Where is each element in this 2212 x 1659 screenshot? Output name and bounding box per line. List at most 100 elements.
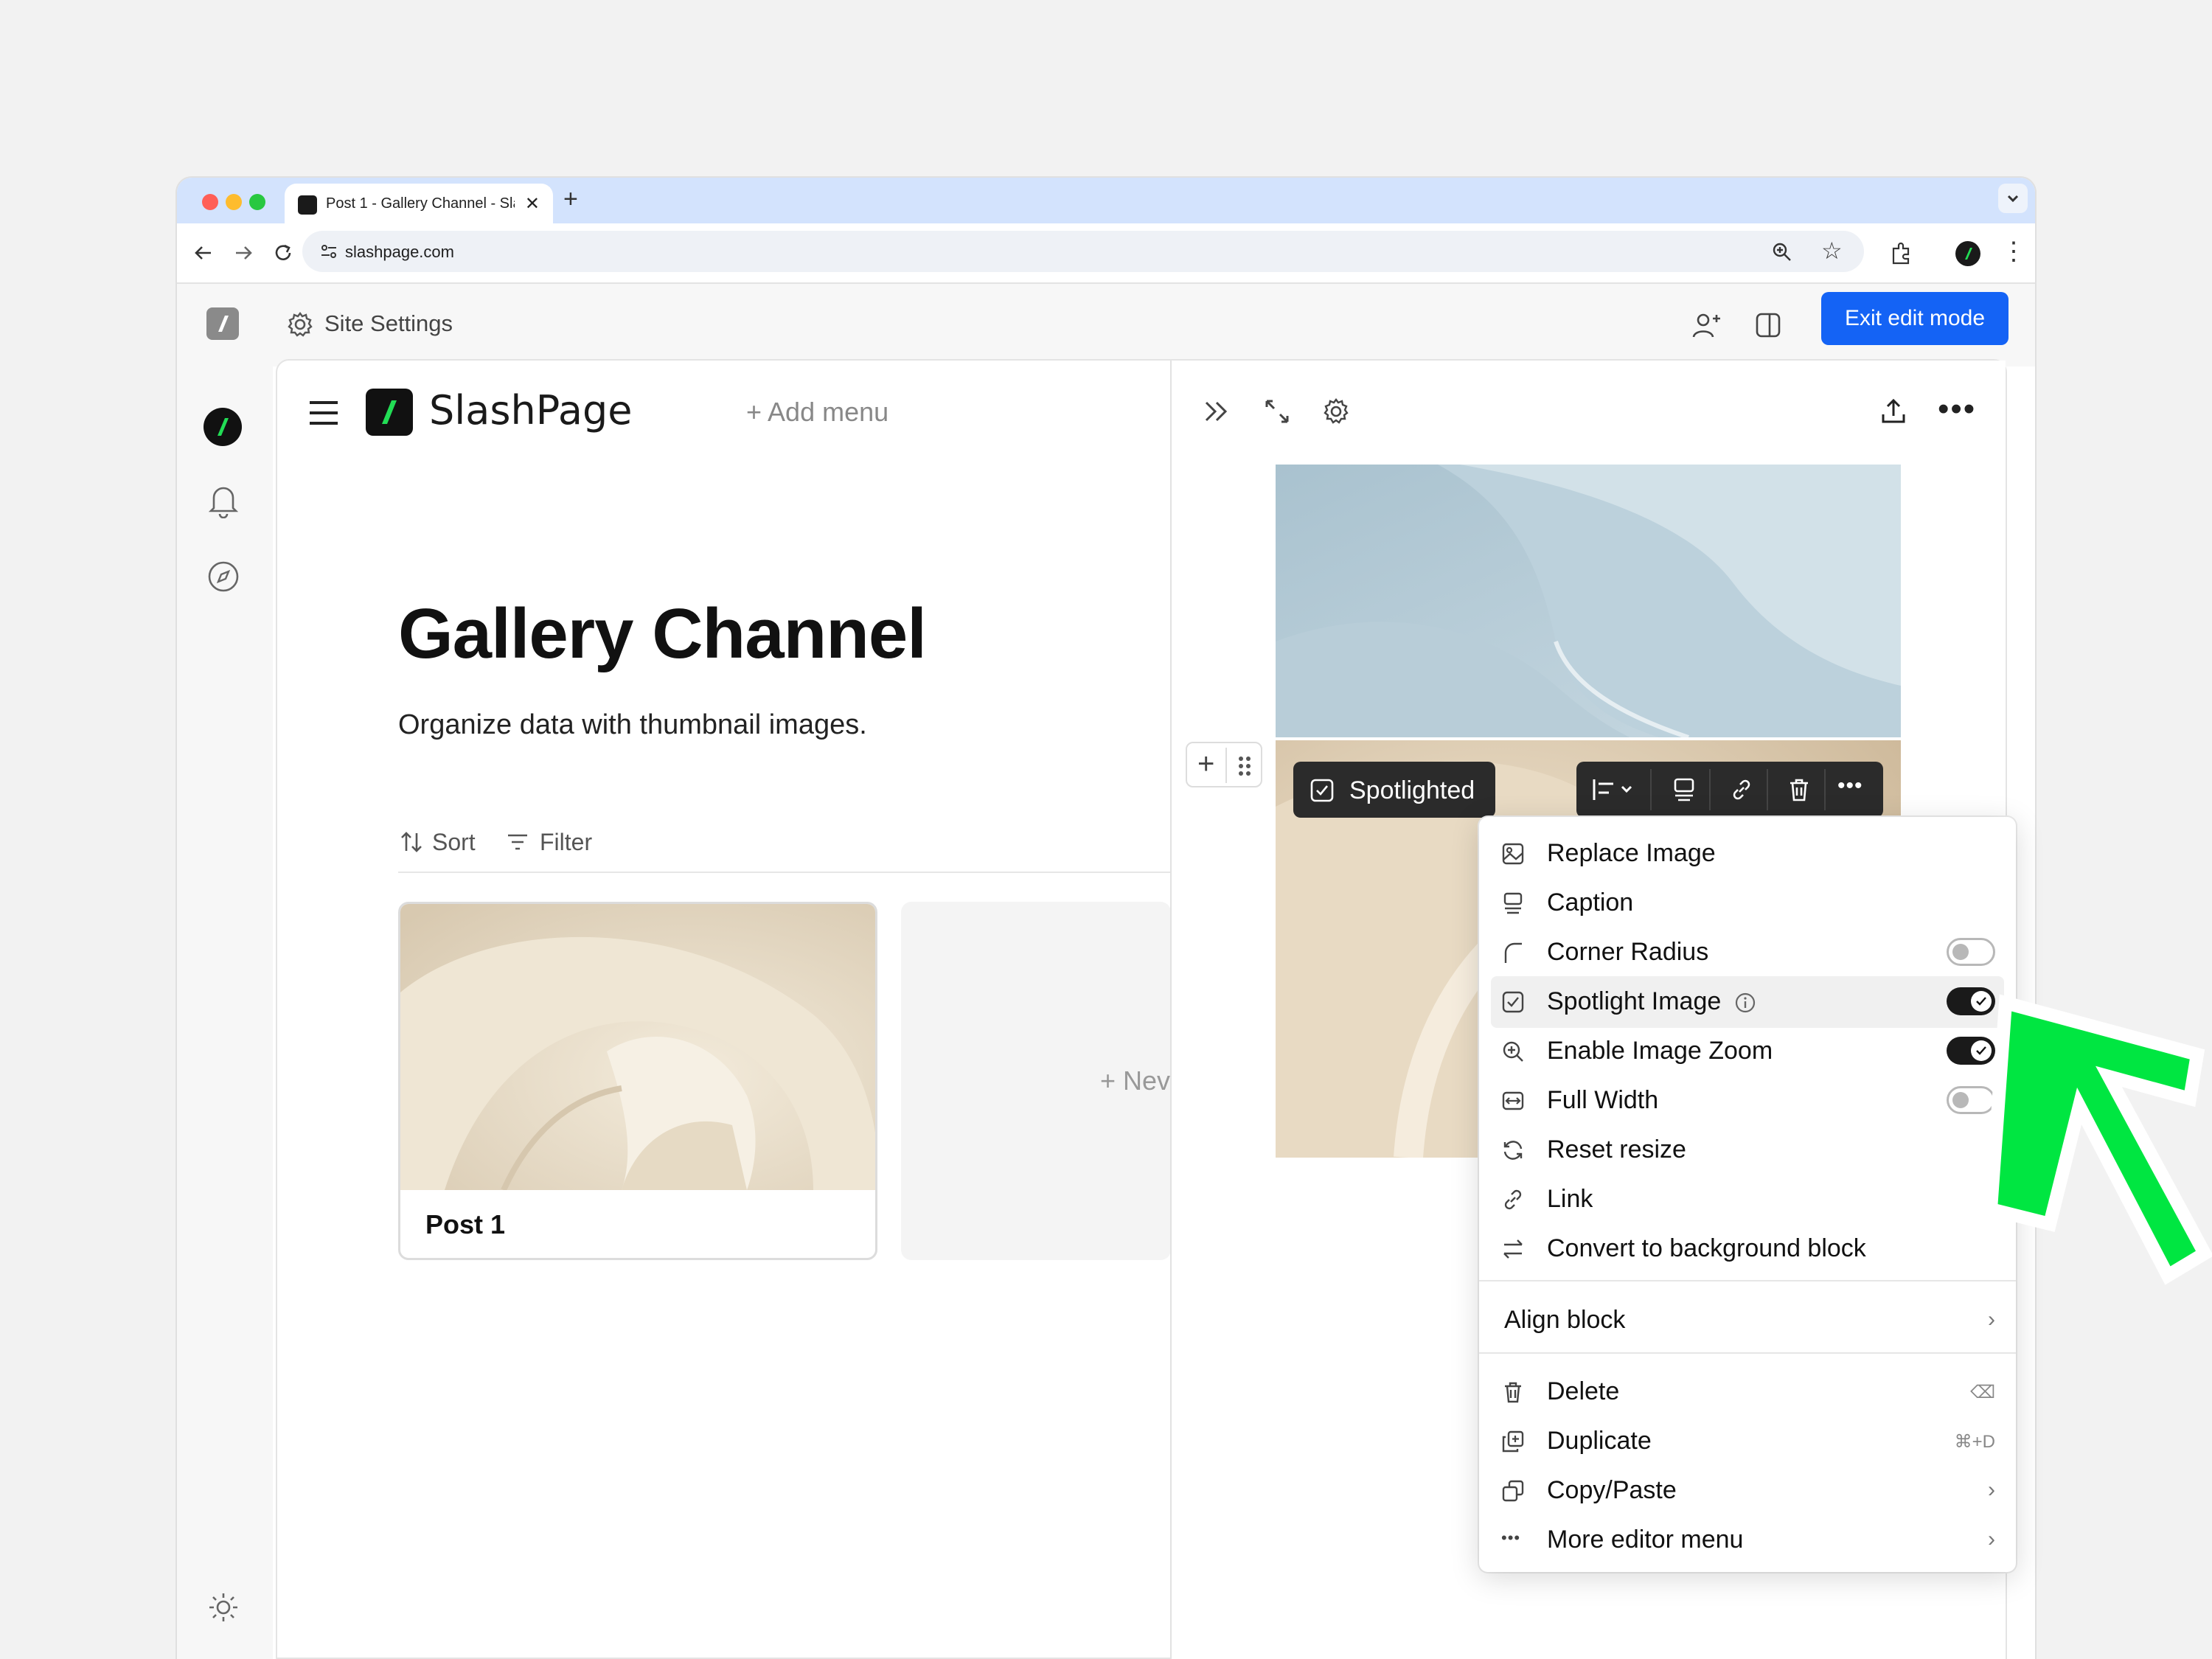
new-card-placeholder[interactable]: + Nev bbox=[901, 902, 1171, 1260]
card-thumbnail-image bbox=[400, 904, 875, 1190]
exit-edit-mode-button[interactable]: Exit edit mode bbox=[1821, 292, 2008, 345]
menu-item-label: Link bbox=[1547, 1185, 1593, 1213]
site-avatar[interactable] bbox=[204, 408, 242, 446]
chevron-right-icon: › bbox=[1988, 1478, 1995, 1502]
new-tab-button[interactable]: + bbox=[563, 185, 578, 214]
slashpage-favicon-icon bbox=[298, 195, 317, 215]
menu-item-enable-image-zoom[interactable]: Enable Image Zoom bbox=[1479, 1026, 2016, 1074]
menu-item-caption[interactable]: Caption bbox=[1479, 878, 2016, 925]
menu-item-label: Align block bbox=[1504, 1306, 1626, 1334]
settings-gear-icon[interactable] bbox=[286, 310, 314, 338]
app-top-bar: Site Settings bbox=[177, 284, 2035, 366]
menu-item-label: Full Width bbox=[1547, 1086, 1659, 1114]
back-arrow-icon[interactable] bbox=[192, 241, 215, 265]
chevron-right-icon: › bbox=[1988, 1527, 1995, 1551]
minimize-window-dot[interactable] bbox=[226, 194, 242, 210]
bell-icon[interactable] bbox=[208, 483, 239, 518]
add-block-icon[interactable]: + bbox=[1197, 748, 1214, 781]
site-settings-label[interactable]: Site Settings bbox=[324, 310, 453, 337]
new-card-label[interactable]: + Nev bbox=[1100, 1065, 1170, 1096]
image-icon bbox=[1502, 843, 1524, 865]
info-icon[interactable] bbox=[1734, 992, 1756, 1014]
slash-logo-icon bbox=[382, 400, 397, 424]
workspace-logo[interactable] bbox=[206, 307, 239, 340]
gallery-card[interactable]: Post 1 bbox=[398, 902, 877, 1260]
zoom-window-dot[interactable] bbox=[249, 194, 265, 210]
block-context-menu: Replace Image Caption Corner Radius Spot… bbox=[1479, 817, 2016, 1572]
post-image-blue[interactable] bbox=[1276, 465, 1901, 737]
corner-icon bbox=[1504, 942, 1522, 963]
menu-item-label: Corner Radius bbox=[1547, 938, 1709, 966]
close-window-dot[interactable] bbox=[202, 194, 218, 210]
sort-icon[interactable] bbox=[400, 830, 423, 854]
reload-icon[interactable] bbox=[271, 241, 295, 265]
site-info-icon[interactable] bbox=[319, 241, 339, 262]
sun-theme-icon[interactable] bbox=[206, 1590, 240, 1624]
menu-item-align-block[interactable]: Align block › bbox=[1479, 1295, 2016, 1343]
menu-item-label: Duplicate bbox=[1547, 1427, 1652, 1455]
toolbar-sep bbox=[1767, 769, 1768, 810]
menu-item-delete[interactable]: Delete ⌫ bbox=[1479, 1367, 2016, 1414]
menu-item-full-width[interactable]: Full Width bbox=[1479, 1076, 2016, 1123]
tab-search-button[interactable] bbox=[1998, 184, 2028, 213]
menu-item-corner-radius[interactable]: Corner Radius bbox=[1479, 928, 2016, 975]
browser-menu-icon[interactable]: ⋮ bbox=[2001, 237, 2026, 266]
add-menu-button[interactable]: + Add menu bbox=[746, 397, 888, 428]
menu-item-copy-paste[interactable]: Copy/Paste › bbox=[1479, 1466, 2016, 1513]
menu-item-reset-resize[interactable]: Reset resize bbox=[1479, 1125, 2016, 1172]
menu-item-label: Spotlight Image bbox=[1547, 987, 1722, 1015]
menu-item-label: Caption bbox=[1547, 888, 1634, 917]
toolbar-divider bbox=[398, 872, 1171, 873]
trash-icon[interactable] bbox=[1786, 776, 1812, 803]
menu-divider bbox=[1479, 1280, 2016, 1281]
slashpage-logo[interactable] bbox=[366, 389, 413, 436]
block-handle[interactable]: + bbox=[1186, 742, 1262, 787]
omnibox[interactable]: slashpage.com ☆ bbox=[302, 231, 1864, 272]
toolbar-more-icon[interactable]: ••• bbox=[1837, 773, 1863, 799]
extensions-icon[interactable] bbox=[1889, 241, 1914, 266]
menu-item-label: More editor menu bbox=[1547, 1526, 1744, 1554]
green-arrow-pointer-icon bbox=[1983, 994, 2212, 1285]
duplicate-shortcut: ⌘+D bbox=[1954, 1432, 1995, 1452]
spotlighted-label: Spotlighted bbox=[1349, 776, 1475, 804]
browser-tab[interactable]: Post 1 - Gallery Channel - Sla ✕ bbox=[285, 184, 553, 223]
zoom-icon[interactable] bbox=[1771, 241, 1793, 263]
drag-handle-icon[interactable] bbox=[1236, 755, 1253, 777]
align-left-icon[interactable] bbox=[1591, 776, 1637, 803]
menu-item-replace-image[interactable]: Replace Image bbox=[1479, 829, 2016, 876]
filter-icon[interactable] bbox=[506, 830, 529, 854]
expand-icon[interactable] bbox=[1262, 397, 1292, 426]
collapse-panel-icon[interactable] bbox=[1202, 397, 1231, 426]
caption-icon[interactable] bbox=[1671, 776, 1697, 803]
tab-close-icon[interactable]: ✕ bbox=[525, 193, 540, 215]
corner-radius-toggle[interactable] bbox=[1947, 938, 1995, 966]
zoom-in-icon bbox=[1503, 1041, 1523, 1062]
brand-name[interactable]: SlashPage bbox=[429, 387, 632, 434]
profile-avatar[interactable] bbox=[1955, 241, 1980, 266]
hamburger-menu-icon[interactable] bbox=[307, 398, 341, 428]
invite-user-icon[interactable] bbox=[1690, 309, 1722, 341]
forward-arrow-icon[interactable] bbox=[232, 241, 255, 265]
handle-divider bbox=[1225, 748, 1227, 783]
menu-item-convert-background[interactable]: Convert to background block bbox=[1479, 1224, 2016, 1271]
card-title: Post 1 bbox=[425, 1209, 506, 1239]
link-icon[interactable] bbox=[1728, 776, 1755, 803]
check-square-icon bbox=[1310, 779, 1334, 802]
menu-item-link[interactable]: Link bbox=[1479, 1175, 2016, 1222]
panel-settings-gear-icon[interactable] bbox=[1321, 397, 1351, 426]
menu-item-spotlight-image[interactable]: Spotlight Image bbox=[1479, 977, 2016, 1024]
page-title: Gallery Channel bbox=[398, 594, 927, 673]
menu-item-duplicate[interactable]: Duplicate ⌘+D bbox=[1479, 1416, 2016, 1464]
sort-button[interactable]: Sort bbox=[432, 829, 476, 856]
more-options-icon[interactable]: ••• bbox=[1938, 391, 1976, 428]
bookmark-star-icon[interactable]: ☆ bbox=[1821, 237, 1843, 265]
url-text[interactable]: slashpage.com bbox=[345, 243, 454, 262]
compass-icon[interactable] bbox=[206, 560, 240, 594]
filter-button[interactable]: Filter bbox=[540, 829, 592, 856]
share-upload-icon[interactable] bbox=[1879, 397, 1908, 426]
slash-logo-icon bbox=[1965, 248, 1972, 260]
split-view-icon[interactable] bbox=[1753, 310, 1783, 340]
spotlighted-badge[interactable]: Spotlighted bbox=[1293, 762, 1495, 818]
menu-item-label: Enable Image Zoom bbox=[1547, 1037, 1773, 1065]
menu-item-more-editor[interactable]: ••• More editor menu › bbox=[1479, 1515, 2016, 1562]
